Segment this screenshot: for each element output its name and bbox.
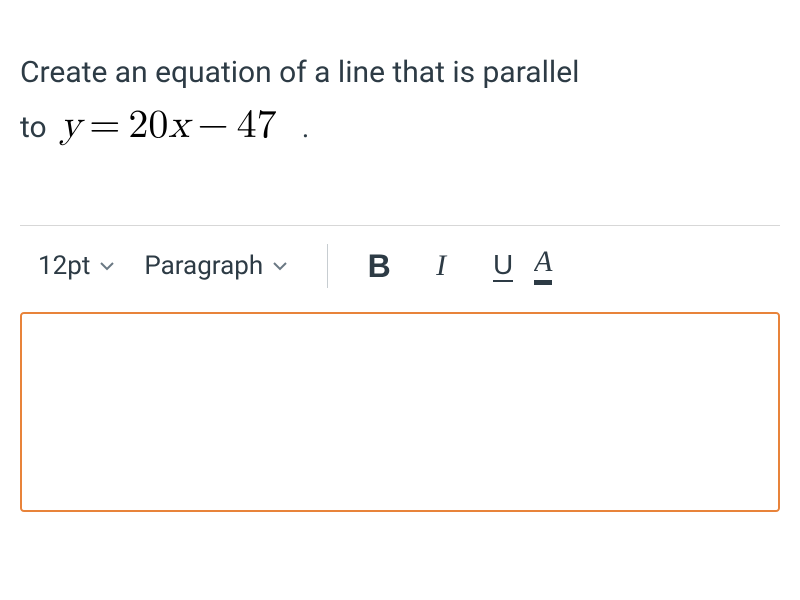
- question-period: .: [302, 111, 309, 144]
- format-button-group: B I U A: [348, 244, 558, 288]
- rich-text-editor[interactable]: [20, 312, 780, 512]
- bold-button[interactable]: B: [348, 244, 410, 288]
- equation: y=20x−47: [54, 105, 296, 145]
- underline-button[interactable]: U: [472, 244, 534, 288]
- font-size-label: 12pt: [38, 251, 90, 281]
- italic-button[interactable]: I: [410, 244, 472, 288]
- text-color-button[interactable]: A: [534, 244, 558, 288]
- question-line2-prefix: to: [20, 110, 47, 145]
- question-prompt: Create an equation of a line that is par…: [0, 0, 800, 185]
- question-text: Create an equation of a line that is par…: [20, 50, 780, 155]
- chevron-down-icon: [271, 257, 289, 275]
- chevron-down-icon: [98, 257, 116, 275]
- font-size-dropdown[interactable]: 12pt: [38, 251, 116, 281]
- color-bar-icon: [534, 280, 552, 285]
- toolbar-separator: [327, 244, 328, 288]
- editor-toolbar: 12pt Paragraph B I U A: [0, 226, 800, 306]
- question-line1: Create an equation of a line that is par…: [20, 55, 579, 90]
- paragraph-dropdown[interactable]: Paragraph: [144, 251, 289, 281]
- paragraph-label: Paragraph: [144, 251, 263, 281]
